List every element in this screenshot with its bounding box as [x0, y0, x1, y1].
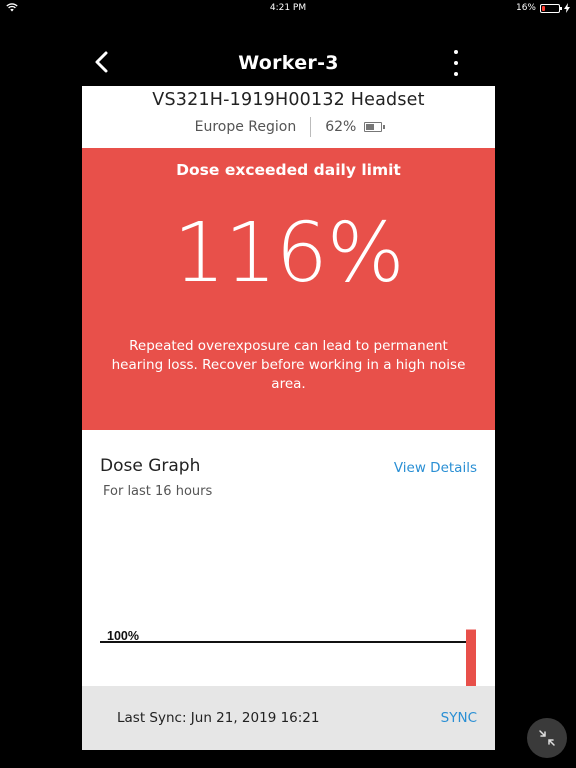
sync-footer: Last Sync: Jun 21, 2019 16:21 SYNC [82, 686, 495, 750]
device-region: Europe Region [194, 119, 297, 135]
nav-bar: Worker-3 [82, 40, 495, 86]
status-right: 16% [516, 3, 570, 13]
page-title: Worker-3 [238, 52, 339, 74]
device-meta: Europe Region 62% [82, 117, 495, 137]
dose-graph-section: Dose Graph For last 16 hours View Detail… [82, 430, 495, 686]
dose-alert-panel: Dose exceeded daily limit 116% Repeated … [82, 148, 495, 430]
more-vertical-icon[interactable] [451, 50, 461, 76]
battery-icon [364, 122, 386, 132]
dose-percent: 116% [173, 206, 404, 301]
battery-percent: 16% [515, 3, 536, 13]
device-name: VS321H-1919H00132 Headset [152, 90, 425, 110]
worker-card: VS321H-1919H00132 Headset Europe Region … [82, 86, 495, 750]
battery-icon [540, 3, 562, 13]
status-time: 4:21 PM [269, 3, 307, 13]
dose-chart: 100% 0% 02:00 Jun 21 17:00 Jun 21 [100, 629, 476, 686]
alert-message: Repeated overexposure can lead to perman… [111, 338, 466, 392]
dose-bar [466, 629, 476, 686]
status-bar: 4:21 PM 16% [0, 0, 576, 18]
collapse-button[interactable] [527, 718, 567, 758]
y-label-100: 100% [107, 629, 139, 643]
charging-icon [564, 3, 570, 13]
last-sync-text: Last Sync: Jun 21, 2019 16:21 [117, 710, 320, 726]
device-battery: 62% [325, 119, 357, 135]
device-header: VS321H-1919H00132 Headset Europe Region … [82, 86, 495, 146]
alert-title: Dose exceeded daily limit [176, 161, 401, 179]
collapse-arrows-icon [539, 730, 555, 746]
sync-button[interactable]: SYNC [441, 710, 477, 726]
divider [310, 117, 312, 137]
